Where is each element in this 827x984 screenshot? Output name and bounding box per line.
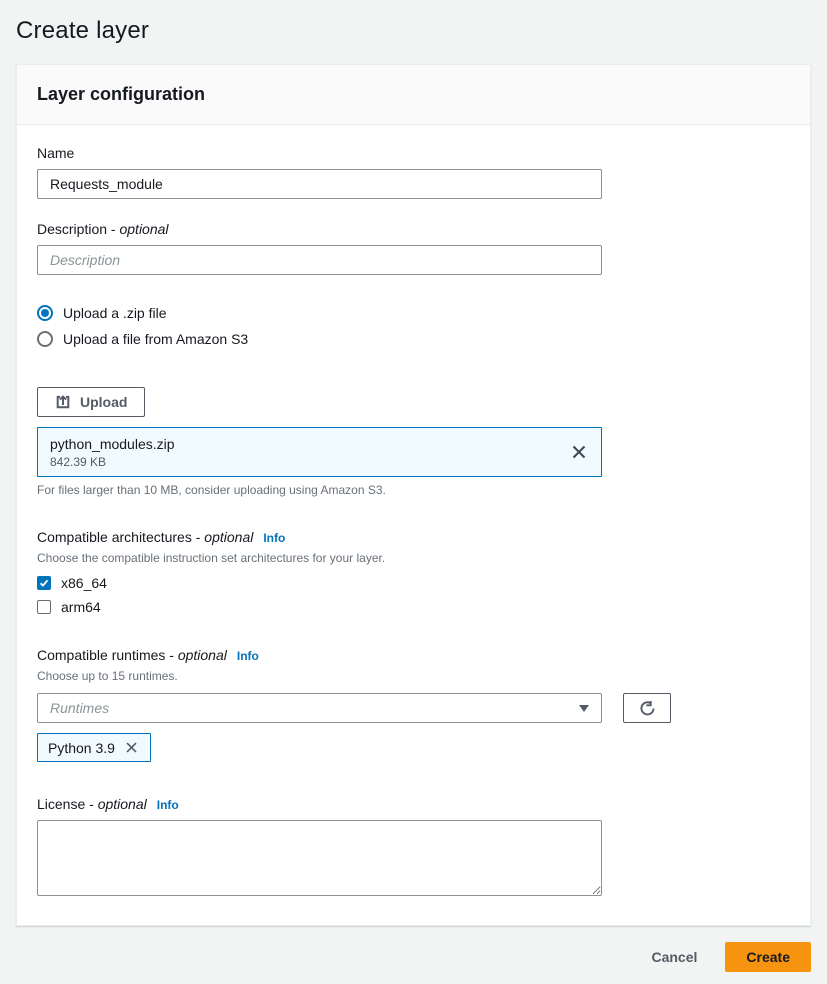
name-input[interactable] — [37, 169, 602, 199]
refresh-runtimes-button[interactable] — [623, 693, 671, 723]
checkbox-arm64-label: arm64 — [61, 599, 101, 615]
architectures-info-link[interactable]: Info — [263, 531, 285, 545]
checkbox-row-x86[interactable]: x86_64 — [37, 575, 790, 591]
upload-source-radio-group: Upload a .zip file Upload a file from Am… — [37, 305, 790, 347]
remove-runtime-button[interactable] — [123, 739, 140, 756]
runtime-token-label: Python 3.9 — [48, 740, 115, 756]
license-label-text: License - — [37, 796, 94, 812]
checkbox-x86-label: x86_64 — [61, 575, 107, 591]
radio-s3-label: Upload a file from Amazon S3 — [63, 331, 248, 347]
upload-button-label: Upload — [80, 394, 127, 410]
file-info: python_modules.zip 842.39 KB — [50, 436, 175, 469]
runtimes-description: Choose up to 15 runtimes. — [37, 669, 790, 683]
license-label: License - optional Info — [37, 796, 790, 812]
radio-s3-icon[interactable] — [37, 331, 53, 347]
architectures-description: Choose the compatible instruction set ar… — [37, 551, 790, 565]
radio-zip-icon[interactable] — [37, 305, 53, 321]
name-field-group: Name — [37, 145, 790, 199]
runtimes-select[interactable]: Runtimes — [37, 693, 602, 723]
form-actions: Cancel Create — [16, 942, 811, 984]
upload-button[interactable]: Upload — [37, 387, 145, 417]
license-optional-text: optional — [98, 796, 147, 812]
checkbox-arm64-icon[interactable] — [37, 600, 51, 614]
file-size-hint: For files larger than 10 MB, consider up… — [37, 483, 790, 497]
architectures-label-text: Compatible architectures - — [37, 529, 200, 545]
license-section: License - optional Info — [37, 796, 790, 899]
license-textarea[interactable] — [37, 820, 602, 896]
close-icon — [125, 741, 138, 754]
radio-zip-label: Upload a .zip file — [63, 305, 167, 321]
description-label: Description - optional — [37, 221, 790, 237]
radio-option-s3[interactable]: Upload a file from Amazon S3 — [37, 331, 790, 347]
description-optional-text: optional — [119, 221, 168, 237]
description-field-group: Description - optional — [37, 221, 790, 275]
description-label-text: Description - — [37, 221, 116, 237]
architectures-section: Compatible architectures - optionalInfo … — [37, 529, 790, 615]
remove-file-button[interactable] — [569, 442, 589, 462]
file-size: 842.39 KB — [50, 455, 175, 469]
file-name: python_modules.zip — [50, 436, 175, 452]
refresh-icon — [639, 700, 656, 717]
license-info-link[interactable]: Info — [157, 798, 179, 812]
page-title: Create layer — [0, 0, 827, 64]
runtime-token-python39: Python 3.9 — [37, 733, 151, 762]
close-icon — [571, 444, 587, 460]
layer-configuration-panel: Layer configuration Name Description - o… — [16, 64, 811, 926]
runtimes-select-placeholder: Runtimes — [50, 700, 109, 716]
name-label: Name — [37, 145, 790, 161]
runtimes-select-row: Runtimes — [37, 693, 790, 723]
radio-option-zip[interactable]: Upload a .zip file — [37, 305, 790, 321]
create-button[interactable]: Create — [725, 942, 811, 972]
runtimes-label-text: Compatible runtimes - — [37, 647, 174, 663]
runtimes-info-link[interactable]: Info — [237, 649, 259, 663]
architectures-optional-text: optional — [204, 529, 253, 545]
panel-header: Layer configuration — [17, 65, 810, 125]
panel-body: Name Description - optional Upload a .zi… — [17, 125, 810, 925]
upload-icon — [55, 394, 71, 410]
checkbox-row-arm64[interactable]: arm64 — [37, 599, 790, 615]
runtimes-label: Compatible runtimes - optional Info — [37, 647, 790, 663]
chevron-down-icon — [579, 705, 589, 712]
description-input[interactable] — [37, 245, 602, 275]
checkbox-x86-icon[interactable] — [37, 576, 51, 590]
selected-file-box: python_modules.zip 842.39 KB — [37, 427, 602, 477]
architectures-label: Compatible architectures - optional Info — [37, 529, 790, 545]
runtimes-section: Compatible runtimes - optional Info Choos… — [37, 647, 790, 762]
cancel-button[interactable]: Cancel — [651, 949, 697, 965]
runtimes-optional-text: optional — [178, 647, 227, 663]
